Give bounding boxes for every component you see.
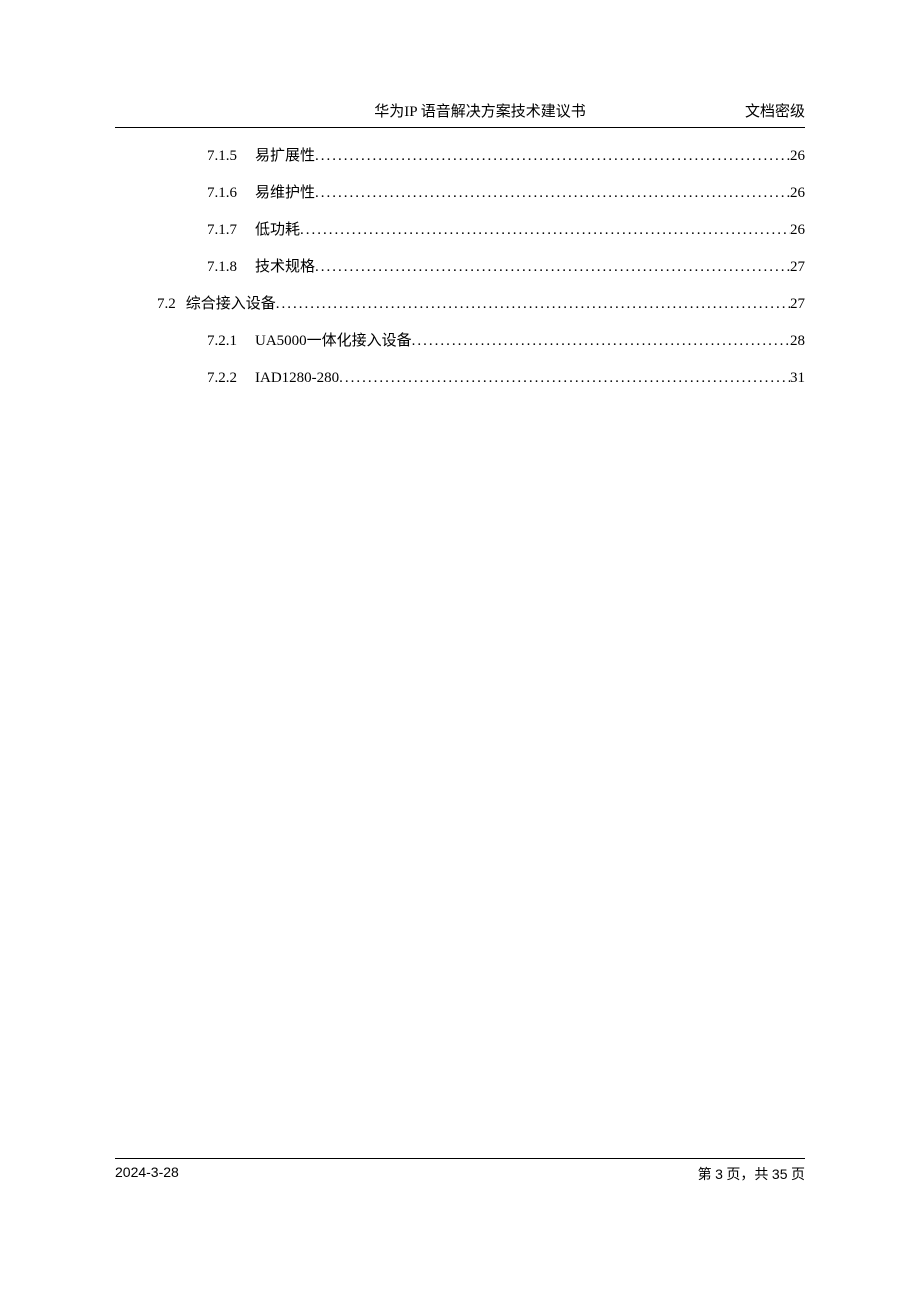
- footer-page-indicator: 第 3 页，共 35 页: [698, 1164, 805, 1184]
- toc-page-number: 27: [790, 257, 805, 278]
- toc-number: 7.2: [157, 294, 176, 315]
- table-of-contents: 7.1.5 易扩展性 .............................…: [115, 146, 805, 389]
- document-page: 华为IP 语音解决方案技术建议书 文档密级 7.1.5 易扩展性 .......…: [0, 0, 920, 1302]
- toc-number: 7.1.5: [207, 146, 237, 167]
- toc-title: 综合接入设备: [186, 294, 276, 315]
- toc-title: UA5000一体化接入设备: [255, 331, 412, 352]
- toc-number: 7.2.1: [207, 331, 237, 352]
- toc-entry: 7.1.6 易维护性 .............................…: [115, 183, 805, 204]
- toc-entry: 7.2 综合接入设备 .............................…: [115, 294, 805, 315]
- toc-number: 7.1.8: [207, 257, 237, 278]
- total-page-number: 35: [772, 1166, 788, 1182]
- page-mid: 页，共: [726, 1168, 768, 1183]
- current-page-number: 3: [715, 1166, 723, 1182]
- toc-leader-dots: ........................................…: [339, 368, 790, 389]
- page-prefix: 第: [698, 1168, 712, 1183]
- toc-title: 易扩展性: [255, 146, 315, 167]
- toc-page-number: 27: [790, 294, 805, 315]
- toc-page-number: 26: [790, 183, 805, 204]
- page-header: 华为IP 语音解决方案技术建议书 文档密级: [115, 100, 805, 128]
- toc-page-number: 31: [790, 368, 805, 389]
- toc-entry: 7.2.2 IAD1280-280 ......................…: [115, 368, 805, 389]
- toc-title: 低功耗: [255, 220, 300, 241]
- footer-date: 2024-3-28: [115, 1164, 179, 1184]
- toc-leader-dots: ........................................…: [315, 146, 790, 167]
- document-title: 华为IP 语音解决方案技术建议书: [115, 100, 745, 121]
- classification-label: 文档密级: [745, 100, 805, 121]
- toc-number: 7.2.2: [207, 368, 237, 389]
- toc-entry: 7.1.5 易扩展性 .............................…: [115, 146, 805, 167]
- toc-leader-dots: ........................................…: [300, 220, 790, 241]
- toc-page-number: 26: [790, 220, 805, 241]
- toc-title: 易维护性: [255, 183, 315, 204]
- toc-number: 7.1.6: [207, 183, 237, 204]
- toc-title: IAD1280-280: [255, 368, 339, 389]
- toc-entry: 7.2.1 UA5000一体化接入设备 ....................…: [115, 331, 805, 352]
- toc-page-number: 28: [790, 331, 805, 352]
- page-footer: 2024-3-28 第 3 页，共 35 页: [115, 1158, 805, 1184]
- toc-leader-dots: ........................................…: [412, 331, 790, 352]
- toc-entry: 7.1.8 技术规格 .............................…: [115, 257, 805, 278]
- toc-leader-dots: ........................................…: [276, 294, 790, 315]
- toc-number: 7.1.7: [207, 220, 237, 241]
- toc-entry: 7.1.7 低功耗 ..............................…: [115, 220, 805, 241]
- toc-leader-dots: ........................................…: [315, 257, 790, 278]
- toc-title: 技术规格: [255, 257, 315, 278]
- toc-page-number: 26: [790, 146, 805, 167]
- toc-leader-dots: ........................................…: [315, 183, 790, 204]
- page-suffix: 页: [791, 1168, 805, 1183]
